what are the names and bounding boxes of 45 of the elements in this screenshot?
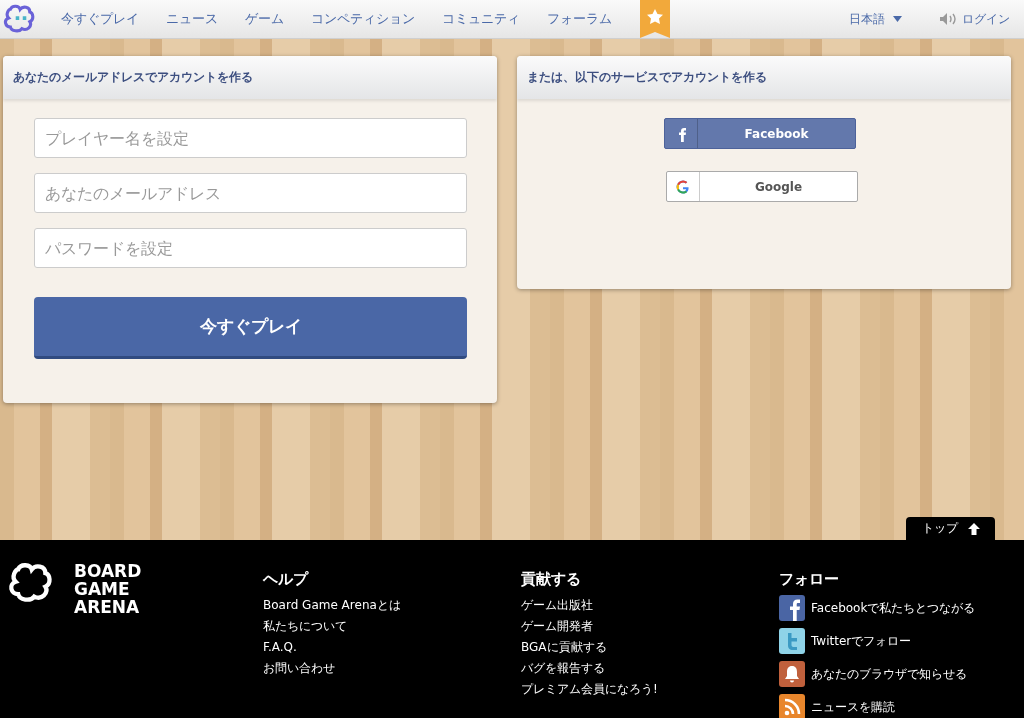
back-to-top-button[interactable]: トップ bbox=[906, 517, 995, 540]
footer-link[interactable]: Board Game Arenaとは bbox=[263, 595, 521, 616]
caret-icon bbox=[893, 16, 902, 22]
footer-link[interactable]: ニュースを購読 bbox=[811, 698, 895, 716]
footer-link[interactable]: Facebookで私たちとつながる bbox=[811, 599, 976, 617]
facebook-icon[interactable] bbox=[779, 595, 805, 621]
nav-link[interactable]: ニュース bbox=[166, 10, 218, 28]
bell-icon[interactable] bbox=[779, 661, 805, 687]
footer-link[interactable]: お問い合わせ bbox=[263, 658, 521, 679]
google-icon bbox=[675, 178, 691, 195]
language-selector[interactable]: 日本語 bbox=[849, 10, 902, 28]
play-now-button[interactable]: 今すぐプレイ bbox=[34, 297, 467, 359]
logo-text: GAME bbox=[74, 580, 131, 598]
footer-link[interactable]: ゲーム開発者 bbox=[521, 616, 779, 637]
speaker-icon[interactable] bbox=[940, 13, 956, 25]
input-field[interactable]: あなたのメールアドレス bbox=[34, 173, 467, 213]
footer-link[interactable]: バグを報告する bbox=[521, 658, 779, 679]
login-link[interactable]: ログイン bbox=[962, 10, 1010, 28]
ribbon-star-icon[interactable] bbox=[640, 0, 670, 38]
nav-link[interactable]: コミュニティ bbox=[442, 10, 520, 28]
footer-heading: 貢献する bbox=[521, 570, 582, 589]
footer-link[interactable]: プレミアム会員になろう! bbox=[521, 679, 779, 700]
logo-text: BOARD bbox=[74, 562, 142, 580]
nav-link[interactable]: コンペティション bbox=[311, 10, 415, 28]
rss-icon[interactable] bbox=[779, 694, 805, 718]
card-title: あなたのメールアドレスでアカウントを作る bbox=[3, 56, 497, 99]
input-field[interactable]: パスワードを設定 bbox=[34, 228, 467, 268]
footer-link[interactable]: Twitterでフォロー bbox=[811, 632, 912, 650]
footer-link[interactable]: BGAに貢献する bbox=[521, 637, 779, 658]
google-signup-button[interactable]: Google bbox=[666, 171, 858, 202]
card-title: または、以下のサービスでアカウントを作る bbox=[517, 56, 1011, 99]
nav-link[interactable]: ゲーム bbox=[245, 10, 284, 28]
up-arrow-icon bbox=[967, 522, 980, 535]
facebook-signup-button[interactable]: Facebook bbox=[664, 118, 856, 149]
footer-link[interactable]: 私たちについて bbox=[263, 616, 521, 637]
footer-link[interactable]: ゲーム出版社 bbox=[521, 595, 779, 616]
footer-link[interactable]: F.A.Q. bbox=[263, 637, 521, 658]
nav-link[interactable]: フォーラム bbox=[547, 10, 612, 28]
twitter-icon[interactable] bbox=[779, 628, 805, 654]
input-field[interactable]: プレイヤー名を設定 bbox=[34, 118, 467, 158]
footer-link[interactable]: あなたのブラウザで知らせる bbox=[811, 665, 967, 683]
footer-heading: ヘルプ bbox=[263, 570, 310, 589]
footer-heading: フォロー bbox=[779, 570, 840, 589]
logo-text: ARENA bbox=[74, 598, 141, 616]
nav-link[interactable]: 今すぐプレイ bbox=[61, 10, 139, 28]
